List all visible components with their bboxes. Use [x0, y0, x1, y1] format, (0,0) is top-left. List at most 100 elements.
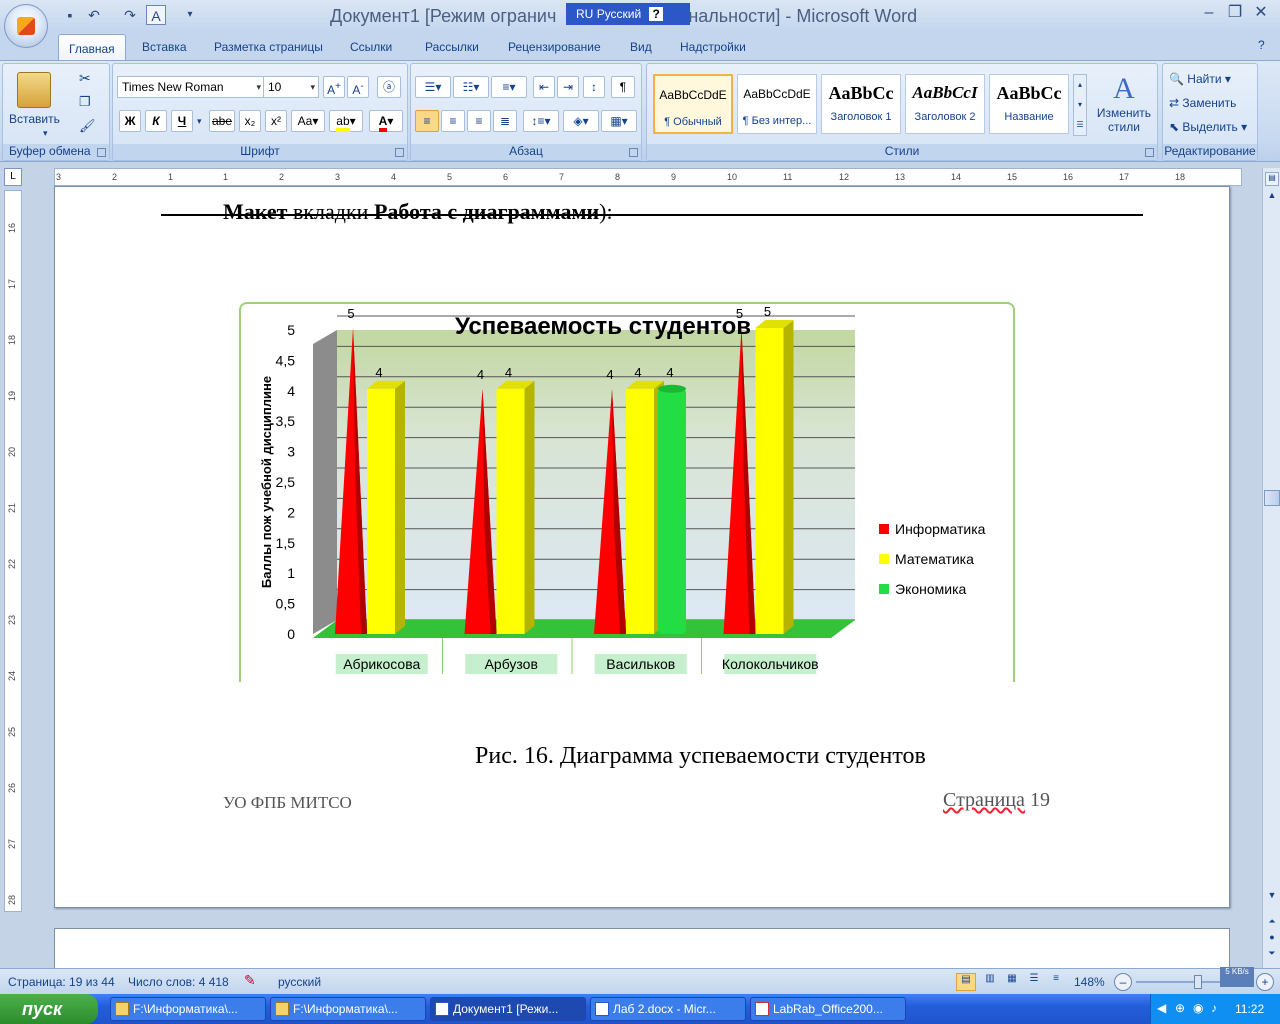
numbering-icon[interactable]: ☷▾ [453, 76, 489, 98]
justify-icon[interactable]: ≣ [493, 110, 517, 132]
find-button[interactable]: 🔍 Найти ▾ [1169, 72, 1231, 86]
align-right-icon[interactable]: ≡ [467, 110, 491, 132]
show-marks-button[interactable]: ¶ [611, 76, 635, 98]
clock[interactable]: 11:22 [1235, 1002, 1264, 1016]
paste-button[interactable]: Вставить [9, 112, 60, 126]
shading-icon[interactable]: ◈▾ [563, 110, 599, 132]
multilevel-list-icon[interactable]: ≡▾ [491, 76, 527, 98]
subscript-button[interactable]: x₂ [239, 110, 261, 132]
tray-back-icon[interactable]: ◀ [1157, 1001, 1166, 1015]
tab-mailings[interactable]: Рассылки [425, 40, 479, 60]
align-center-icon[interactable]: ≡ [441, 110, 465, 132]
sort-icon[interactable]: ↕ [583, 76, 605, 98]
vertical-ruler[interactable]: 16 17 18 19 20 21 22 23 24 25 26 27 28 [4, 190, 22, 912]
spelling-icon[interactable]: A [146, 5, 166, 25]
scroll-up-icon[interactable]: ▲ [1265, 190, 1279, 204]
word-count[interactable]: Число слов: 4 418 [128, 975, 229, 989]
highlight-icon[interactable]: ab▾ [329, 110, 363, 132]
style-heading2[interactable]: AaBbCcI Заголовок 2 [905, 74, 985, 134]
paragraph-launcher-icon[interactable] [629, 148, 638, 157]
taskbar-item[interactable]: Лаб 2.docx - Micr... [590, 997, 746, 1021]
help-icon[interactable]: ? [649, 7, 664, 21]
network-icon[interactable]: ⊕ [1175, 1001, 1185, 1015]
increase-indent-icon[interactable]: ⇥ [557, 76, 579, 98]
scroll-thumb[interactable] [1264, 490, 1280, 506]
grow-font-icon[interactable]: A+ [323, 76, 345, 98]
select-button[interactable]: ⬉ Выделить ▾ [1169, 120, 1247, 134]
vertical-scrollbar[interactable]: ▤ ▲ ▼ ⏶ ● ⏷ [1262, 168, 1280, 968]
volume-icon[interactable]: ♪ [1211, 1001, 1217, 1015]
zoom-out-icon[interactable]: – [1114, 973, 1132, 991]
tab-insert[interactable]: Вставка [142, 40, 187, 60]
copy-icon[interactable]: ❐ [79, 94, 91, 110]
decrease-indent-icon[interactable]: ⇤ [533, 76, 555, 98]
zoom-in-icon[interactable]: + [1256, 973, 1274, 991]
page-count[interactable]: Страница: 19 из 44 [8, 975, 115, 989]
font-launcher-icon[interactable] [395, 148, 404, 157]
scroll-down-icon[interactable]: ▼ [1265, 890, 1279, 904]
paste-icon[interactable] [17, 72, 51, 108]
tab-view[interactable]: Вид [630, 40, 652, 60]
zoom-slider-thumb[interactable] [1194, 975, 1202, 989]
shrink-font-icon[interactable]: A- [347, 76, 369, 98]
styles-scroll-icon[interactable]: ▴ ▾ ☰ [1073, 74, 1087, 136]
line-spacing-icon[interactable]: ↕≡▾ [523, 110, 559, 132]
outline-view-icon[interactable]: ☰ [1024, 973, 1044, 991]
save-icon[interactable]: ▪ [60, 5, 80, 25]
ruler-toggle-icon[interactable]: ▤ [1265, 172, 1279, 186]
underline-dropdown-icon[interactable]: ▾ [197, 116, 202, 127]
taskbar-item[interactable]: F:\Информатика\... [270, 997, 426, 1021]
replace-button[interactable]: ⇄ Заменить [1169, 96, 1236, 110]
language-bar[interactable]: RU Русский? [566, 3, 690, 25]
document-page[interactable]: Макет вкладки Работа с диаграммами): 0 0,… [54, 186, 1230, 908]
antivirus-icon[interactable]: ◉ [1193, 1001, 1203, 1015]
font-size-select[interactable]: 10 ▾ [263, 76, 319, 98]
style-heading1[interactable]: AaBbCc Заголовок 1 [821, 74, 901, 134]
superscript-button[interactable]: x² [265, 110, 287, 132]
maximize-button[interactable]: ❐ [1222, 4, 1248, 24]
tab-review[interactable]: Рецензирование [508, 40, 601, 60]
change-styles-button[interactable]: A Изменить стили [1093, 72, 1155, 142]
tab-references[interactable]: Ссылки [350, 40, 392, 60]
chart-frame[interactable]: 0 0,5 1 1,5 2 2,5 3 3,5 4 4,5 5 Абрикосова Арбузов Ва… [239, 302, 1015, 682]
change-case-button[interactable]: Aa▾ [291, 110, 325, 132]
horizontal-ruler[interactable]: 3 2 1 1 2 3 4 5 6 7 8 9 10 11 12 13 14 15 16 17 18 [54, 168, 1242, 186]
style-no-spacing[interactable]: AaBbCcDdE ¶ Без интер... [737, 74, 817, 134]
redo-icon[interactable]: ↷ [120, 5, 140, 25]
underline-button[interactable]: Ч [171, 110, 193, 132]
help-icon[interactable]: ? [1258, 38, 1265, 58]
font-color-icon[interactable]: A▾ [369, 110, 403, 132]
style-title[interactable]: AaBbCc Название [989, 74, 1069, 134]
next-page-icon[interactable]: ⏷ [1265, 948, 1279, 962]
undo-icon[interactable]: ↶ [84, 5, 104, 25]
language-status[interactable]: русский [278, 975, 321, 989]
font-family-select[interactable]: Times New Roman ▾ [117, 76, 265, 98]
strikethrough-button[interactable]: abe [209, 110, 235, 132]
office-button[interactable] [4, 4, 48, 48]
reading-layout-icon[interactable]: ▥ [980, 973, 1000, 991]
proofing-icon[interactable]: ✎ [244, 972, 256, 989]
clear-format-icon[interactable]: ⓐ [377, 76, 401, 98]
browse-object-icon[interactable]: ● [1265, 932, 1279, 946]
paste-dropdown-icon[interactable]: ▾ [43, 128, 48, 139]
tab-selector-icon[interactable]: L [4, 168, 22, 186]
taskbar-item[interactable]: F:\Информатика\... [110, 997, 266, 1021]
style-normal[interactable]: AaBbCcDdE ¶ Обычный [653, 74, 733, 134]
styles-launcher-icon[interactable] [1145, 148, 1154, 157]
customize-qat-icon[interactable]: ▾ [180, 5, 200, 25]
clipboard-launcher-icon[interactable] [97, 148, 106, 157]
print-layout-icon[interactable]: ▤ [956, 973, 976, 991]
draft-view-icon[interactable]: ≡ [1046, 973, 1066, 991]
italic-button[interactable]: К [145, 110, 167, 132]
tab-addins[interactable]: Надстройки [680, 40, 746, 60]
zoom-level[interactable]: 148% [1074, 975, 1105, 989]
taskbar-item[interactable]: Документ1 [Режи... [430, 997, 586, 1021]
cut-icon[interactable]: ✂ [79, 70, 91, 87]
taskbar-item[interactable]: LabRab_Office200... [750, 997, 906, 1021]
borders-icon[interactable]: ▦▾ [601, 110, 637, 132]
start-button[interactable]: пуск [0, 994, 98, 1024]
web-layout-icon[interactable]: ▦ [1002, 973, 1022, 991]
prev-page-icon[interactable]: ⏶ [1265, 916, 1279, 930]
bold-button[interactable]: Ж [119, 110, 141, 132]
align-left-icon[interactable]: ≡ [415, 110, 439, 132]
